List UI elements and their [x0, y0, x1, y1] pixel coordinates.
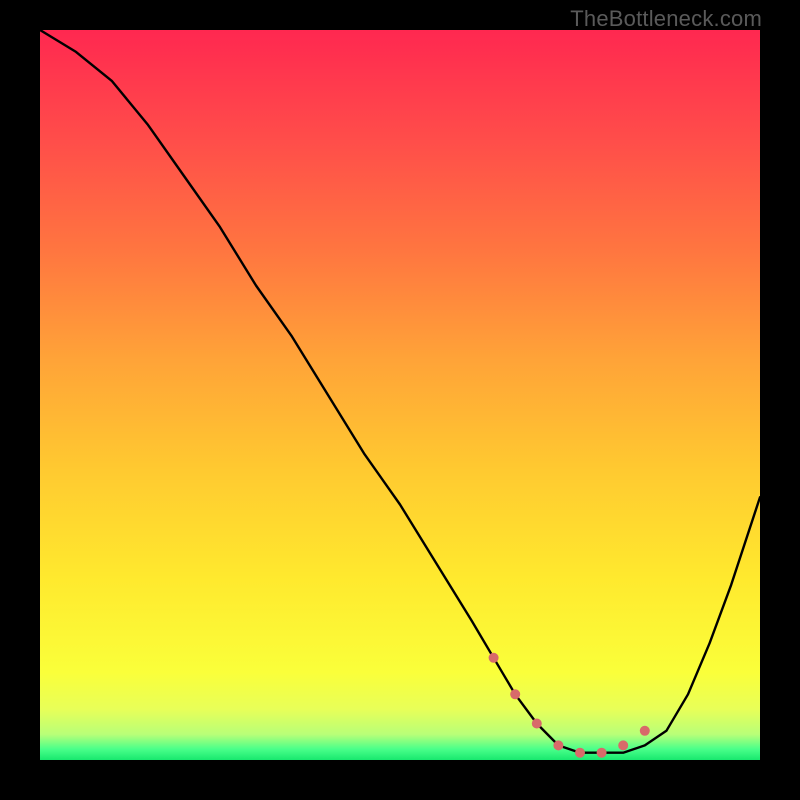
marker-dot [553, 740, 563, 750]
marker-dot [597, 748, 607, 758]
chart-curve [40, 30, 760, 760]
marker-dot [640, 726, 650, 736]
marker-dot [489, 653, 499, 663]
chart-line [40, 30, 760, 753]
marker-dot [575, 748, 585, 758]
plot-area [40, 30, 760, 760]
marker-dot [618, 740, 628, 750]
marker-dot [532, 719, 542, 729]
watermark-text: TheBottleneck.com [570, 6, 762, 32]
marker-dot [510, 689, 520, 699]
